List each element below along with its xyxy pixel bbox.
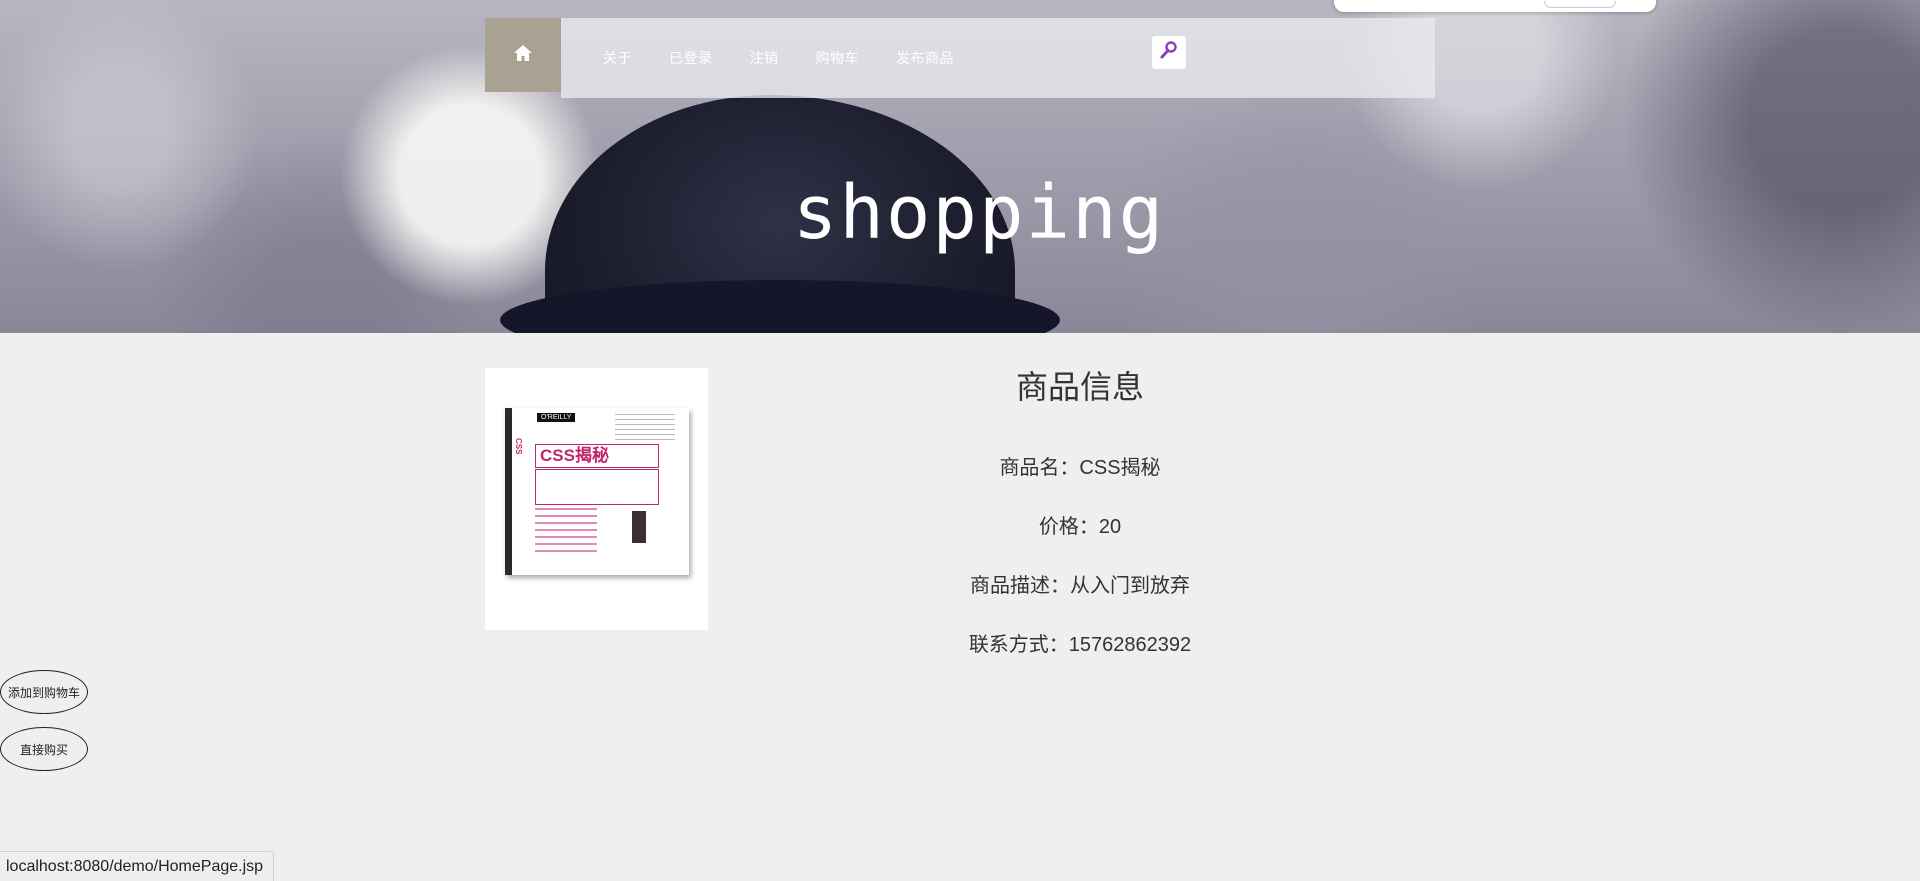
product-image: CSS O'REILLY CSS揭秘 bbox=[485, 368, 708, 630]
search-icon bbox=[1159, 40, 1179, 65]
nav-link-cart[interactable]: 购物车 bbox=[816, 48, 860, 68]
home-button[interactable] bbox=[485, 18, 561, 92]
add-to-cart-button[interactable]: 添加到购物车 bbox=[0, 670, 88, 714]
search-button[interactable] bbox=[1152, 36, 1186, 69]
nav-link-logged-in[interactable]: 已登录 bbox=[669, 48, 713, 68]
book-cover-title: CSS揭秘 bbox=[535, 444, 659, 468]
top-navbar: 关于 已登录 注销 购物车 发布商品 bbox=[485, 18, 1435, 98]
browser-status-bar-url: localhost:8080/demo/HomePage.jsp bbox=[0, 851, 275, 881]
nav-link-logout[interactable]: 注销 bbox=[750, 48, 779, 68]
product-price: 价格：20 bbox=[1038, 516, 1122, 538]
book-cover: CSS O'REILLY CSS揭秘 bbox=[505, 408, 689, 575]
product-name: 商品名：CSS揭秘 bbox=[999, 457, 1161, 479]
buy-now-button[interactable]: 直接购买 bbox=[0, 727, 88, 771]
nav-links: 关于 已登录 注销 购物车 发布商品 bbox=[603, 18, 991, 98]
hero-title: shopping bbox=[792, 170, 1166, 256]
nav-link-about[interactable]: 关于 bbox=[603, 48, 632, 68]
home-icon bbox=[513, 44, 533, 67]
product-contact: 联系方式：15762862392 bbox=[968, 634, 1192, 656]
product-info-heading: 商品信息 bbox=[1015, 369, 1144, 405]
nav-link-publish[interactable]: 发布商品 bbox=[896, 48, 954, 68]
browser-popup-edge bbox=[1334, 0, 1656, 12]
nav-bar-body: 关于 已登录 注销 购物车 发布商品 bbox=[561, 18, 1435, 98]
product-description: 商品描述：从入门到放弃 bbox=[970, 575, 1190, 597]
hero-banner: 关于 已登录 注销 购物车 发布商品 shopping bbox=[0, 0, 1920, 333]
